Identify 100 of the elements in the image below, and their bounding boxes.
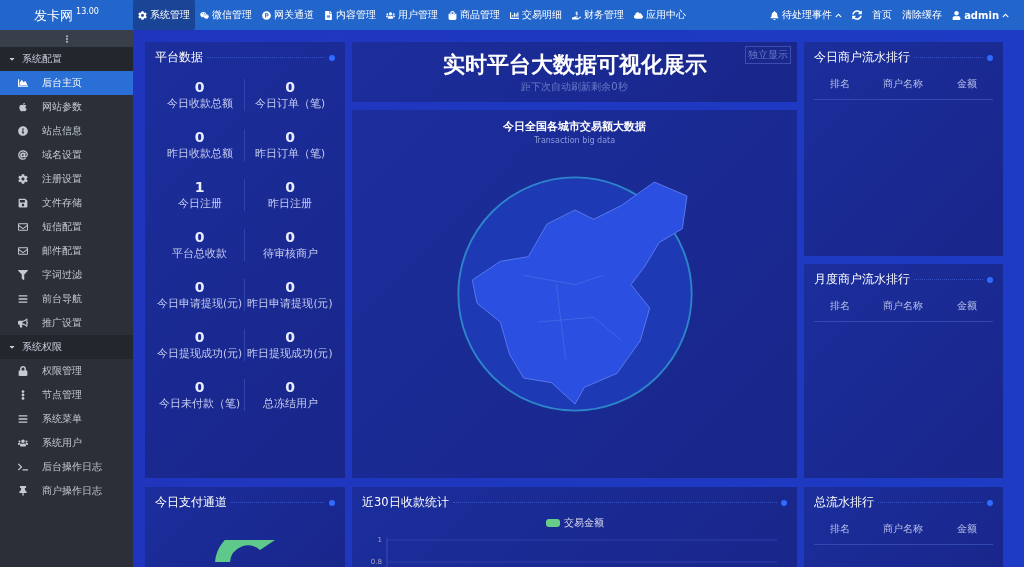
dot-icon: [781, 499, 787, 506]
stat-value: 0: [194, 229, 205, 245]
map-title: 今日全国各城市交易额大数据: [503, 120, 646, 134]
sidebar-icon: [18, 486, 28, 496]
nav-icon: [262, 10, 271, 20]
stat-value: 0: [285, 179, 295, 195]
column-header: 排名: [829, 77, 852, 91]
donut-chart-drawing: [215, 540, 275, 562]
map-subtitle: Transaction big data: [533, 136, 616, 145]
stat-value: 0: [194, 129, 205, 145]
brand-name: 发卡网: [34, 7, 74, 25]
nav-icon: [572, 10, 581, 20]
stat-value: 0: [285, 329, 295, 345]
sidebar-item[interactable]: 系统用户: [0, 431, 133, 455]
refresh-countdown: 距下次自动刷新剩余0秒: [521, 80, 628, 94]
sidebar-item[interactable]: 站点信息: [0, 119, 133, 143]
column-header: 金额: [955, 77, 978, 91]
sidebar-item[interactable]: 前台导航: [0, 287, 133, 311]
sidebar-item[interactable]: 系统菜单: [0, 407, 133, 431]
caret-icon: [8, 55, 16, 63]
sidebar-icon: [18, 366, 28, 376]
stat-value: 0: [285, 229, 295, 245]
stat-label: 今日提现成功(元): [156, 347, 243, 361]
sidebar-icon: [18, 246, 28, 256]
legend-label: 交易金额: [563, 516, 604, 530]
panel-title: 平台数据: [155, 50, 203, 65]
nav-icon: [510, 10, 519, 20]
nav-tab[interactable]: 商品管理: [443, 0, 505, 30]
sidebar-item[interactable]: 权限管理: [0, 359, 133, 383]
sidebar-item[interactable]: 字词过滤: [0, 263, 133, 287]
panel-title: 总流水排行: [814, 495, 874, 510]
events-menu[interactable]: 待处理事件: [765, 0, 848, 30]
stat-label: 今日未付款（笔): [158, 397, 241, 411]
sidebar-item[interactable]: 后台主页: [0, 71, 133, 95]
stat-value: 0: [194, 379, 205, 395]
sidebar-item[interactable]: 域名设置: [0, 143, 133, 167]
sidebar-item[interactable]: 短信配置: [0, 215, 133, 239]
stat-value: 0: [285, 129, 295, 145]
sidebar-group[interactable]: 系统权限: [0, 335, 133, 359]
sidebar-item[interactable]: 注册设置: [0, 167, 133, 191]
sidebar-item[interactable]: 商户操作日志: [0, 479, 133, 503]
stat-label: 总冻结用户: [262, 397, 318, 411]
nav-icon: [634, 10, 643, 20]
sidebar-item[interactable]: 网站参数: [0, 95, 133, 119]
sidebar-icon: [18, 102, 28, 112]
stat-label: 昨日订单（笔): [254, 147, 326, 161]
dot-icon: [987, 499, 993, 506]
sidebar-item[interactable]: 推广设置: [0, 311, 133, 335]
column-header: 商户名称: [882, 77, 925, 91]
nav-link[interactable]: 首页: [867, 0, 898, 30]
sidebar-icon: [18, 198, 28, 208]
stat-label: 今日注册: [177, 197, 222, 211]
stat-label: 今日订单（笔): [254, 97, 326, 111]
sidebar-item[interactable]: 节点管理: [0, 383, 133, 407]
stat-label: 昨日收款总额: [166, 147, 233, 161]
nav-icon: [138, 10, 147, 20]
nav-tab[interactable]: 交易明细: [505, 0, 567, 30]
stat-value: 1: [194, 179, 205, 195]
nav-tab[interactable]: 用户管理: [381, 0, 443, 30]
column-header: 商户名称: [882, 522, 925, 536]
sidebar-icon: [18, 270, 28, 280]
stat-value: 0: [285, 79, 295, 95]
nav-tab[interactable]: 网关通道: [257, 0, 319, 30]
sidebar-icon: [18, 294, 28, 304]
stat-label: 平台总收款: [172, 247, 227, 261]
sidebar-icon: [18, 414, 28, 424]
sidebar-icon: [18, 78, 28, 88]
column-header: 排名: [829, 299, 852, 313]
collapse-toggle[interactable]: [0, 30, 133, 47]
caret-icon: [8, 343, 16, 351]
nav-tab[interactable]: 财务管理: [567, 0, 629, 30]
stat-value: 0: [194, 79, 205, 95]
user-menu[interactable]: admin: [947, 0, 1014, 30]
nav-icon: [386, 10, 395, 20]
user-icon: [952, 10, 962, 20]
stat-label: 今日收款总额: [166, 97, 233, 111]
sidebar-item[interactable]: 文件存储: [0, 191, 133, 215]
refresh-icon: [852, 10, 863, 20]
sidebar-item[interactable]: 邮件配置: [0, 239, 133, 263]
stat-label: 昨日注册: [268, 197, 312, 211]
sidebar-icon: [18, 462, 28, 472]
sidebar-icon: [18, 150, 28, 160]
panel-title: 月度商户流水排行: [814, 272, 910, 287]
stat-value: 0: [194, 279, 205, 295]
nav-tab[interactable]: 内容管理: [319, 0, 381, 30]
nav-tab[interactable]: 应用中心: [629, 0, 691, 30]
nav-icon: [324, 10, 333, 20]
version-label: 13.00: [76, 7, 99, 16]
dot-icon: [329, 54, 335, 61]
column-header: 金额: [955, 299, 978, 313]
stat-label: 今日申请提现(元): [156, 297, 243, 311]
nav-link[interactable]: 清除缓存: [897, 0, 948, 30]
panel-title: 近30日收款统计: [362, 495, 449, 510]
column-header: 金额: [955, 522, 978, 536]
column-header: 商户名称: [882, 299, 925, 313]
sidebar-item[interactable]: 后台操作日志: [0, 455, 133, 479]
sidebar-group[interactable]: 系统配置: [0, 47, 133, 71]
stat-label: 昨日申请提现(元): [247, 297, 333, 311]
nav-tab[interactable]: 系统管理: [133, 0, 195, 30]
nav-tab[interactable]: 微信管理: [195, 0, 257, 30]
